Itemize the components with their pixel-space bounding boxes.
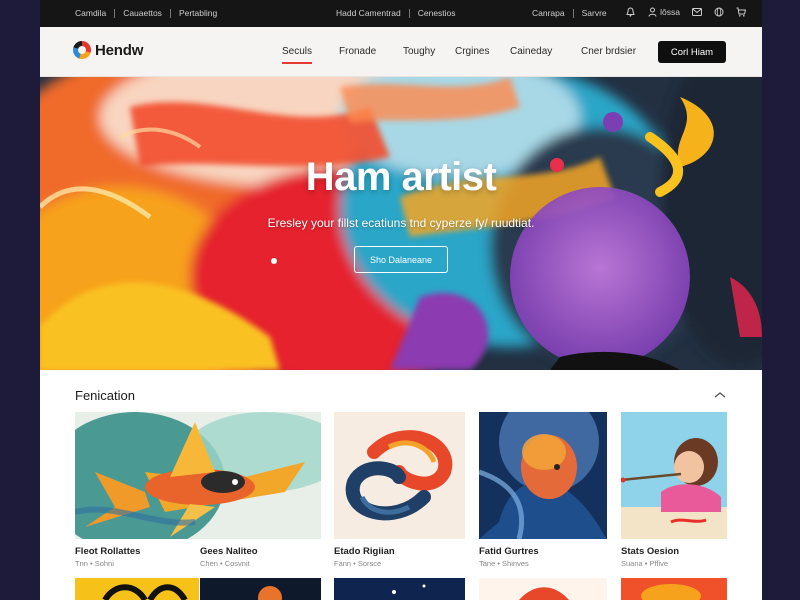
cart-icon[interactable] — [736, 7, 746, 17]
art-thumbnail — [258, 586, 282, 600]
card-image[interactable] — [200, 578, 321, 600]
child-artwork — [621, 412, 727, 539]
utility-link[interactable]: Sarvre — [582, 8, 607, 18]
utility-icons: lôssa — [625, 7, 746, 17]
hero-subtitle: Eresley your fillst ecatiuns tnd cyperze… — [267, 216, 535, 230]
fish-artwork — [75, 412, 321, 539]
divider — [169, 8, 171, 18]
browser-page: Camdila Cauaettos Pertabling Hadd Cament… — [40, 0, 762, 600]
nav-item-6[interactable]: Cner brdsier — [581, 46, 636, 57]
account-label: lôssa — [660, 7, 680, 17]
section-title: Fenication — [75, 388, 135, 403]
divider — [572, 8, 574, 18]
card-image[interactable] — [75, 412, 321, 539]
card-meta: Chen • Cosvnit — [200, 559, 250, 568]
card-meta: Tane • Shinves — [479, 559, 529, 568]
divider — [408, 8, 410, 18]
card-meta: Suana • Pffive — [621, 559, 669, 568]
logo[interactable]: Hendw — [73, 41, 143, 59]
utility-links-right: Canrapa Sarvre — [532, 8, 607, 18]
art-thumbnail — [392, 584, 426, 594]
nav-item-2[interactable]: Fronade — [339, 46, 376, 57]
nav-item-3[interactable]: Toughy — [403, 46, 435, 57]
utility-link[interactable]: Pertabling — [179, 8, 217, 18]
cta-button[interactable]: Corl Hiam — [658, 41, 726, 63]
card-image[interactable] — [334, 578, 465, 600]
card-title[interactable]: Gees Naliteo — [200, 546, 258, 557]
hero-title: Ham artist — [305, 155, 497, 199]
nav-item-4[interactable]: Crgines — [455, 46, 489, 57]
user-icon — [647, 7, 657, 17]
card-image[interactable] — [621, 578, 727, 600]
art-thumbnail — [102, 584, 188, 600]
bell-icon[interactable] — [625, 7, 635, 17]
utility-link[interactable]: Cenestios — [418, 8, 456, 18]
card-title[interactable]: Stats Oesion — [621, 546, 679, 557]
hero-banner: Ham artist Eresley your fillst ecatiuns … — [40, 77, 762, 370]
divider — [114, 8, 116, 18]
nav-item-1[interactable]: Seculs — [282, 46, 313, 64]
mail-icon[interactable] — [692, 7, 702, 17]
utility-link[interactable]: Hadd Camentrad — [336, 8, 401, 18]
utility-links-left: Camdila Cauaettos Pertabling — [75, 8, 217, 18]
main-nav: Hendw Seculs Fronade Toughy Crgines Cain… — [40, 27, 762, 77]
utility-link[interactable]: Canrapa — [532, 8, 565, 18]
card-image[interactable] — [334, 412, 465, 539]
card-title[interactable]: Fatid Gurtres — [479, 546, 539, 557]
swirl-artwork — [334, 412, 465, 539]
card-image[interactable] — [479, 578, 607, 600]
utility-bar: Camdila Cauaettos Pertabling Hadd Cament… — [40, 0, 762, 27]
utility-link[interactable]: Camdila — [75, 8, 106, 18]
utility-links-mid: Hadd Camentrad Cenestios — [336, 8, 456, 18]
portrait-artwork — [479, 412, 607, 539]
card-title[interactable]: Fleot Rollattes — [75, 546, 140, 557]
hero-button[interactable]: Sho Dalaneane — [354, 246, 448, 273]
card-image[interactable] — [621, 412, 727, 539]
logo-icon — [73, 41, 91, 59]
account-link[interactable]: lôssa — [647, 7, 680, 17]
card-image[interactable] — [479, 412, 607, 539]
card-meta: Tnn • Sohni — [75, 559, 114, 568]
card-image[interactable] — [75, 578, 199, 600]
art-thumbnail — [641, 584, 701, 600]
utility-link[interactable]: Cauaettos — [123, 8, 162, 18]
globe-icon[interactable] — [714, 7, 724, 17]
logo-text: Hendw — [95, 41, 144, 59]
nav-item-5[interactable]: Caineday — [510, 46, 552, 57]
chevron-icon[interactable] — [713, 388, 727, 402]
card-meta: Fann • Sorsce — [334, 559, 382, 568]
art-thumbnail — [519, 587, 569, 600]
card-title[interactable]: Etado Rigiian — [334, 546, 395, 557]
